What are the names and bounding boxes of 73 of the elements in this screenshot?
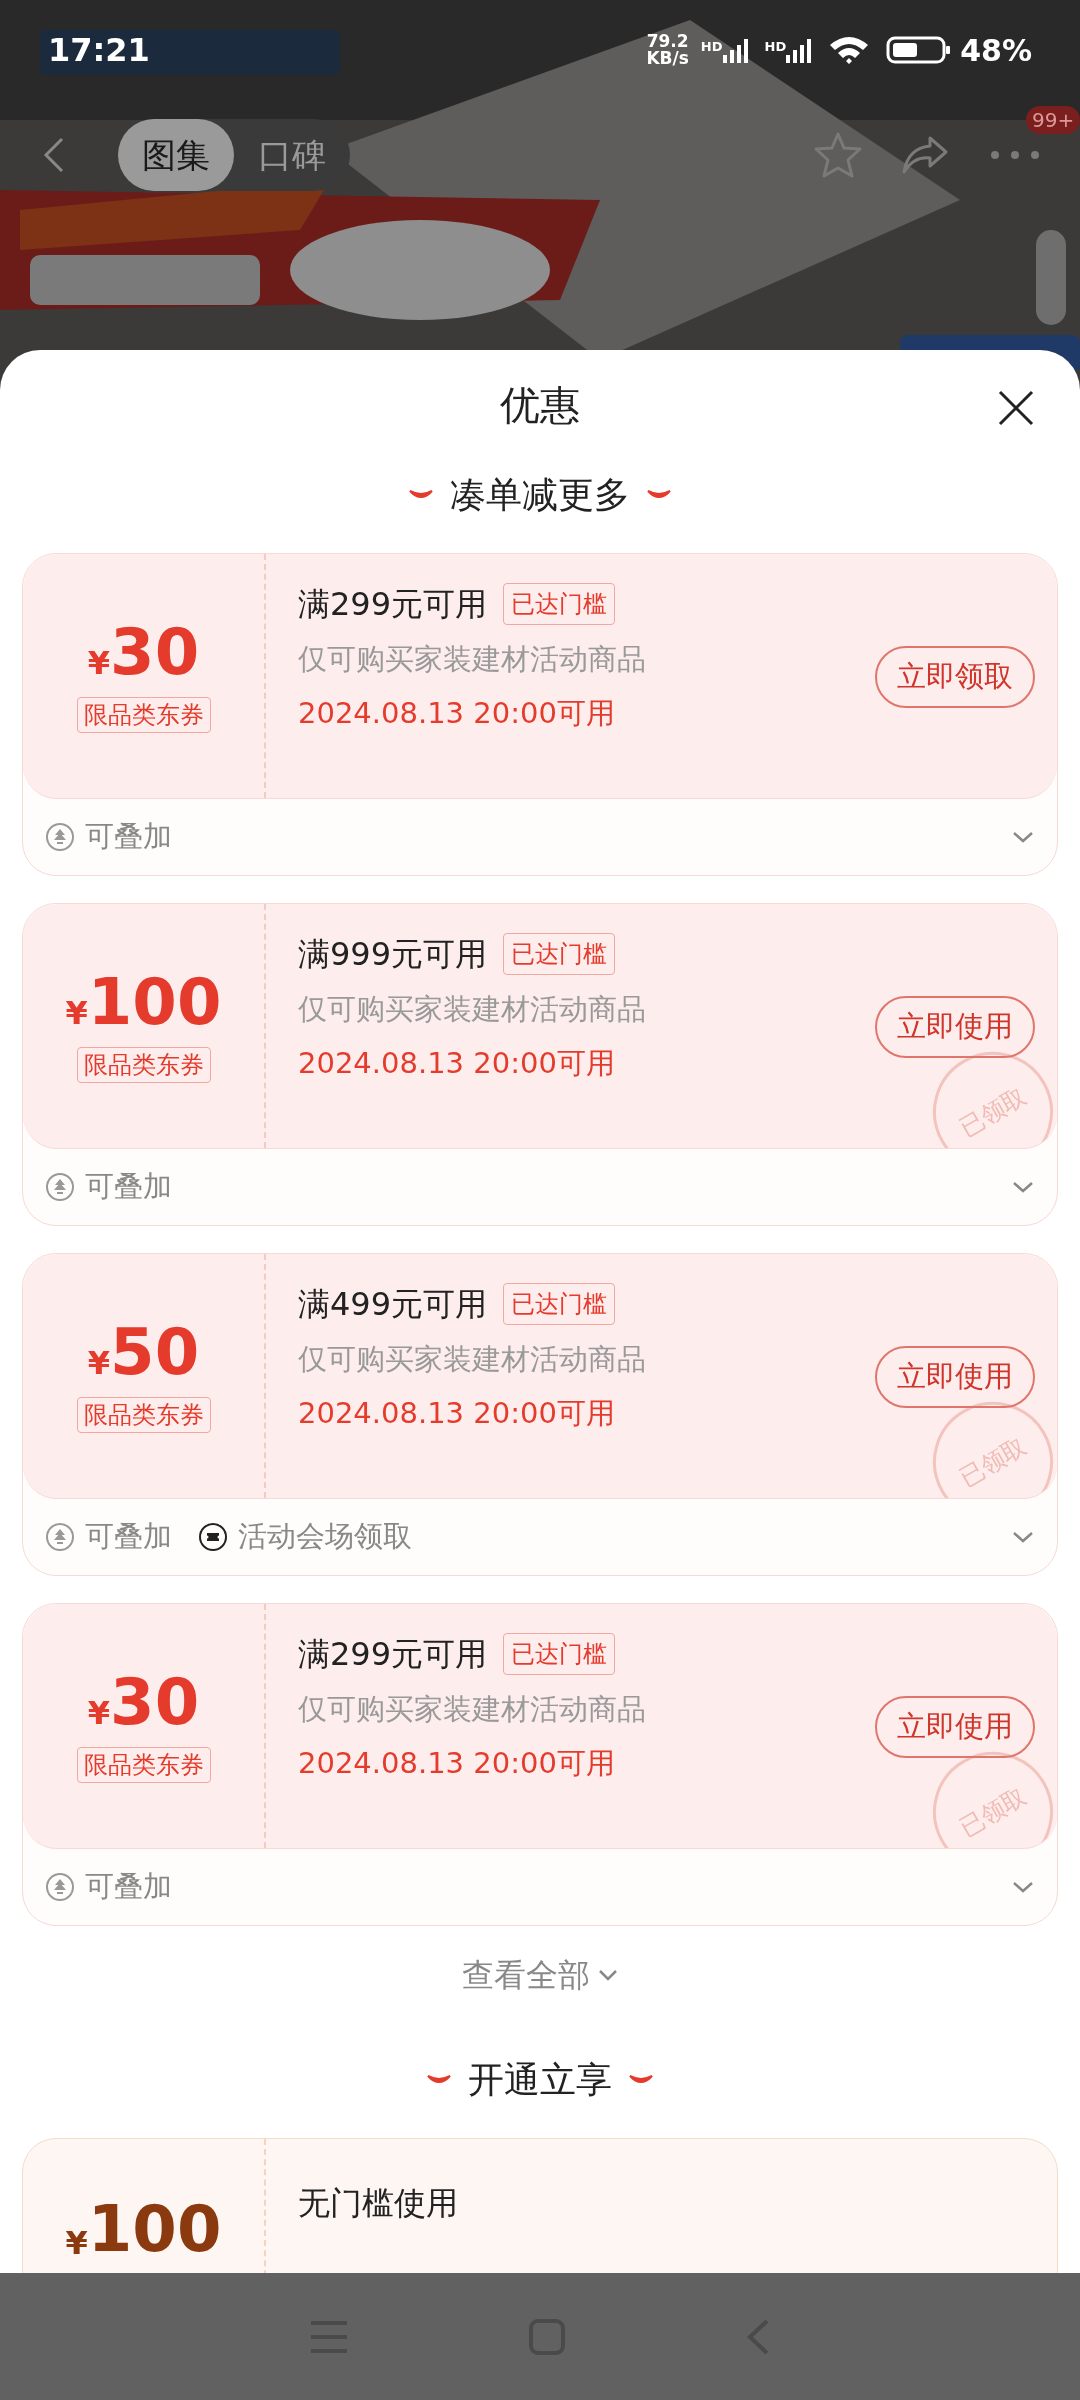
currency-symbol: ¥: [87, 643, 111, 684]
currency-symbol: ¥: [87, 1693, 111, 1734]
section-title: 开通立享: [468, 2058, 612, 2102]
header-tab[interactable]: 口碑: [234, 119, 350, 191]
stack-icon: [45, 1872, 75, 1902]
coupon-tag: 可叠加: [85, 1865, 172, 1909]
view-all-button[interactable]: 查看全部: [462, 1951, 618, 1999]
coupon-date: 2024.08.13 20:00可用: [298, 1044, 615, 1082]
threshold-label: 已达门槛: [503, 1633, 616, 1675]
smile-icon: [408, 489, 434, 501]
chevron-down-icon[interactable]: [1011, 830, 1035, 844]
share-icon[interactable]: [900, 134, 950, 176]
coupon-type-label: 限品类东券: [76, 1746, 211, 1783]
currency-symbol: ¥: [65, 2223, 88, 2264]
coupon-condition: 满299元可用: [298, 1634, 488, 1675]
stack-icon: [45, 1522, 75, 1552]
coupon-amount: 100: [87, 969, 222, 1034]
coupon-tag: 活动会场领取: [238, 1515, 412, 1559]
coupon-type-label: 限品类东券: [76, 696, 211, 733]
more-icon[interactable]: [990, 150, 1040, 160]
sheet-title: 优惠: [500, 381, 580, 430]
coupon-tag: 可叠加: [85, 1165, 172, 1209]
chevron-down-icon[interactable]: [1011, 1880, 1035, 1894]
star-icon[interactable]: [812, 130, 864, 180]
coupon-scope: 仅可购买家装建材活动商品: [298, 1691, 646, 1728]
coupon-condition: 满999元可用: [298, 934, 488, 975]
battery-icon: [886, 35, 953, 65]
chevron-down-icon: [598, 1969, 618, 1981]
section-title: 凑单减更多: [450, 473, 630, 517]
coupon-date: 2024.08.13 20:00可用: [298, 1394, 615, 1432]
coupon-scope: 仅可购买家装建材活动商品: [298, 1341, 646, 1378]
coupon-type-label: 限品类东券: [76, 1046, 211, 1083]
coupon-type-label: 限品类东券: [76, 1396, 211, 1433]
coupon-action-button[interactable]: 立即使用: [875, 1696, 1035, 1758]
status-time: 17:21: [48, 30, 150, 71]
currency-symbol: ¥: [87, 1343, 111, 1384]
coupon-action-button[interactable]: 立即领取: [875, 646, 1035, 708]
coupon-date: 2024.08.13 20:00可用: [298, 1744, 615, 1782]
coupon-condition: 满499元可用: [298, 1284, 488, 1325]
hd-label: HD: [700, 38, 723, 56]
network-speed-value: 79.2: [646, 33, 689, 50]
coupon-condition: 无门槛使用: [298, 2184, 458, 2222]
coupon-action-button[interactable]: 立即使用: [875, 996, 1035, 1058]
coupon-amount: 30: [110, 1669, 200, 1734]
coupon-amount: 50: [110, 1319, 200, 1384]
ticket-icon: [198, 1522, 228, 1552]
chevron-down-icon[interactable]: [1011, 1180, 1035, 1194]
smile-icon: [628, 2074, 654, 2086]
threshold-label: 已达门槛: [503, 933, 616, 975]
close-icon[interactable]: [996, 388, 1036, 428]
currency-symbol: ¥: [65, 992, 88, 1034]
stack-icon: [45, 822, 75, 852]
coupon-amount: 30: [110, 619, 200, 684]
coupon-scope: 仅可购买家装建材活动商品: [298, 641, 646, 678]
threshold-label: 已达门槛: [503, 583, 616, 625]
coupon-amount: 100: [87, 2197, 222, 2261]
coupon-action-button[interactable]: 立即使用: [875, 1346, 1035, 1408]
battery-percent: 48%: [960, 31, 1032, 70]
coupon-tag: 可叠加: [85, 1515, 172, 1559]
wifi-icon: [828, 35, 871, 65]
chevron-down-icon[interactable]: [1011, 1530, 1035, 1544]
coupon-date: 2024.08.13 20:00可用: [298, 694, 615, 732]
stack-icon: [45, 1172, 75, 1202]
coupon-scope: 仅可购买家装建材活动商品: [298, 991, 646, 1028]
network-speed-unit: KB/s: [646, 50, 689, 67]
threshold-label: 已达门槛: [503, 1283, 616, 1325]
header-tab[interactable]: 图集: [118, 119, 234, 191]
notification-badge: 99+: [1026, 106, 1080, 134]
coupon-tag: 可叠加: [85, 815, 172, 859]
smile-icon: [426, 2074, 452, 2086]
coupon-condition: 满299元可用: [298, 584, 488, 625]
smile-icon: [646, 489, 672, 501]
hd-label: HD: [764, 38, 787, 56]
